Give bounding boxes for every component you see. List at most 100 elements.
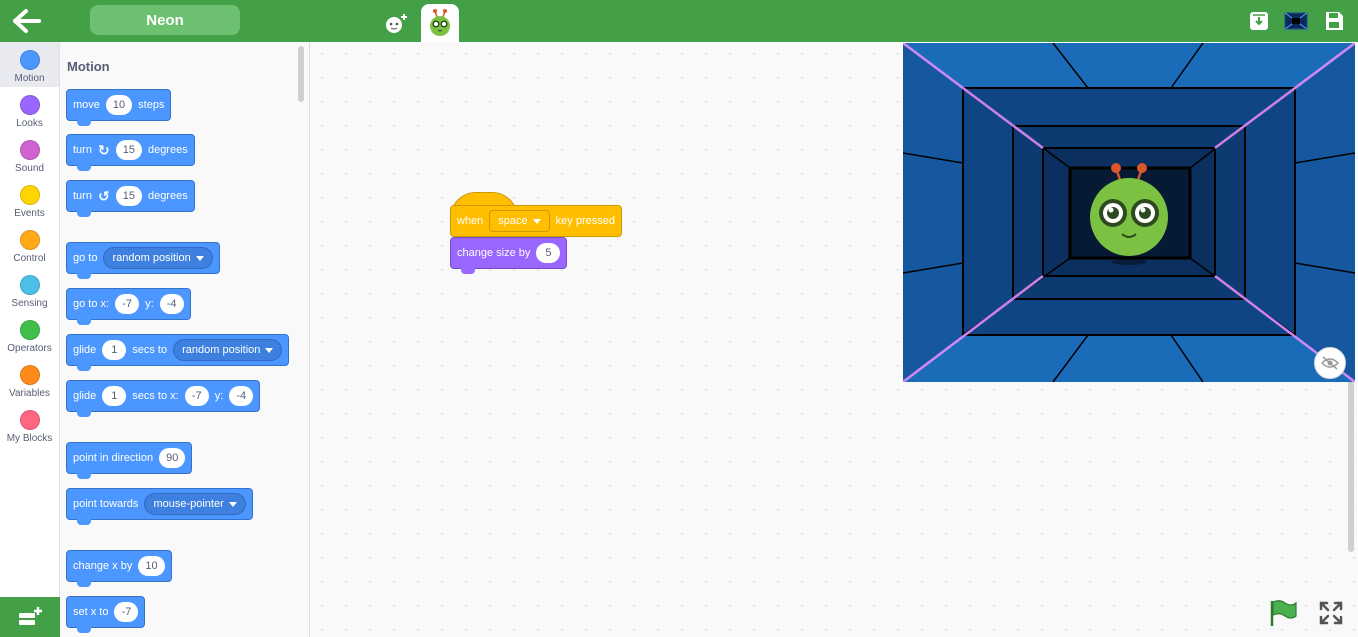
block-text: steps [138, 99, 165, 111]
block-text: y: [145, 298, 154, 310]
block-change-x[interactable]: change x by 10 [66, 550, 172, 587]
block-turn-left[interactable]: turn ↺ 15 degrees [66, 180, 195, 217]
control-dot-icon [19, 230, 40, 250]
position-dropdown[interactable]: random position [103, 247, 213, 269]
key-dropdown[interactable]: space [489, 210, 550, 232]
block-point-towards[interactable]: point towards mouse-pointer [66, 488, 253, 525]
category-sound[interactable]: Sound [0, 132, 59, 177]
block-text: change size by [457, 247, 531, 259]
category-my-blocks[interactable]: My Blocks [0, 402, 59, 447]
block-text: key pressed [555, 215, 615, 227]
block-go-to-xy[interactable]: go to x: -7 y: -4 [66, 288, 191, 325]
category-label: Operators [7, 343, 52, 354]
dropdown-value: mouse-pointer [153, 498, 224, 510]
caret-down-icon [228, 501, 237, 507]
block-text: point in direction [73, 452, 154, 464]
block-point-in-direction[interactable]: point in direction 90 [66, 442, 193, 479]
x-input[interactable]: -7 [115, 294, 140, 314]
steps-input[interactable]: 10 [105, 95, 133, 115]
category-label: Sensing [11, 298, 48, 309]
y-input[interactable]: -4 [229, 386, 254, 406]
looks-dot-icon [19, 95, 40, 115]
category-label: Motion [14, 73, 45, 84]
top-bar: Neon [0, 0, 1358, 42]
save-icon[interactable] [1323, 10, 1345, 32]
hide-stage-button[interactable] [1314, 347, 1346, 379]
add-extension-button[interactable] [0, 597, 60, 637]
change-size-block[interactable]: change size by 5 [450, 237, 568, 274]
category-sensing[interactable]: Sensing [0, 267, 59, 312]
x-change-input[interactable]: 10 [138, 556, 165, 576]
category-label: My Blocks [6, 433, 53, 444]
block-text: glide [73, 390, 97, 402]
dropdown-value: random position [182, 344, 261, 356]
category-label: Variables [9, 388, 50, 399]
events-dot-icon [19, 185, 40, 205]
degrees-input[interactable]: 15 [115, 140, 142, 160]
position-dropdown[interactable]: random position [173, 339, 283, 361]
y-input[interactable]: -4 [159, 294, 184, 314]
block-go-to[interactable]: go to random position [66, 242, 220, 279]
category-label: Sound [15, 163, 44, 174]
size-input[interactable]: 5 [536, 243, 561, 263]
download-icon[interactable] [1248, 10, 1270, 32]
back-arrow-icon[interactable] [12, 8, 42, 34]
extension-icon [19, 607, 42, 625]
rotate-right-icon: ↻ [97, 141, 110, 158]
block-text: go to x: [73, 298, 110, 310]
block-move-steps[interactable]: move 10 steps [66, 89, 172, 126]
x-set-input[interactable]: -7 [114, 602, 139, 622]
x-input[interactable]: -7 [184, 386, 209, 406]
block-glide-to[interactable]: glide 1 secs to random position [66, 334, 290, 371]
block-turn-right[interactable]: turn ↻ 15 degrees [66, 134, 195, 171]
secs-input[interactable]: 1 [102, 340, 127, 360]
category-operators[interactable]: Operators [0, 312, 59, 357]
category-looks[interactable]: Looks [0, 87, 59, 132]
target-dropdown[interactable]: mouse-pointer [144, 493, 246, 515]
category-label: Events [14, 208, 45, 219]
direction-input[interactable]: 90 [159, 448, 186, 468]
caret-down-icon [195, 255, 204, 261]
sensing-dot-icon [19, 275, 40, 295]
motion-dot-icon [19, 50, 40, 70]
block-text: point towards [73, 498, 139, 510]
block-text: change x by [73, 560, 133, 572]
block-text: set x to [73, 606, 109, 618]
stage-canvas[interactable] [903, 43, 1355, 382]
stage-size-icon[interactable] [1284, 10, 1308, 32]
fullscreen-icon[interactable] [1318, 600, 1344, 626]
block-text: secs to [132, 344, 168, 356]
block-palette: Motion move 10 steps turn ↻ 15 degrees t… [60, 42, 310, 637]
when-key-pressed-block[interactable]: when space key pressed [450, 205, 622, 237]
caret-down-icon [532, 218, 541, 224]
category-events[interactable]: Events [0, 177, 59, 222]
block-text: when [457, 215, 484, 227]
variables-dot-icon [19, 365, 40, 385]
block-text: move [73, 99, 100, 111]
palette-scrollbar[interactable] [298, 46, 304, 102]
project-name[interactable]: Neon [90, 5, 240, 35]
category-control[interactable]: Control [0, 222, 59, 267]
category-label: Control [13, 253, 46, 264]
category-variables[interactable]: Variables [0, 357, 59, 402]
block-text: turn [73, 144, 92, 156]
dropdown-value: random position [112, 252, 191, 264]
block-glide-to-xy[interactable]: glide 1 secs to x: -7 y: -4 [66, 380, 261, 417]
my-blocks-dot-icon [19, 410, 40, 430]
block-set-x[interactable]: set x to -7 [66, 596, 146, 633]
add-sprite-icon[interactable] [377, 4, 415, 42]
block-text: y: [214, 390, 224, 402]
block-text: secs to x: [132, 390, 179, 402]
block-text: glide [73, 344, 97, 356]
neon-tunnel-backdrop [903, 43, 1355, 382]
sprite-thumbnail-icon[interactable] [421, 4, 459, 42]
operators-dot-icon [19, 320, 40, 340]
green-flag-icon[interactable] [1268, 599, 1298, 627]
secs-input[interactable]: 1 [102, 386, 127, 406]
block-text: degrees [147, 190, 188, 202]
category-motion[interactable]: Motion [0, 42, 59, 87]
dropdown-value: space [498, 215, 528, 227]
palette-title: Motion [67, 59, 110, 74]
degrees-input[interactable]: 15 [115, 186, 142, 206]
caret-down-icon [265, 347, 274, 353]
